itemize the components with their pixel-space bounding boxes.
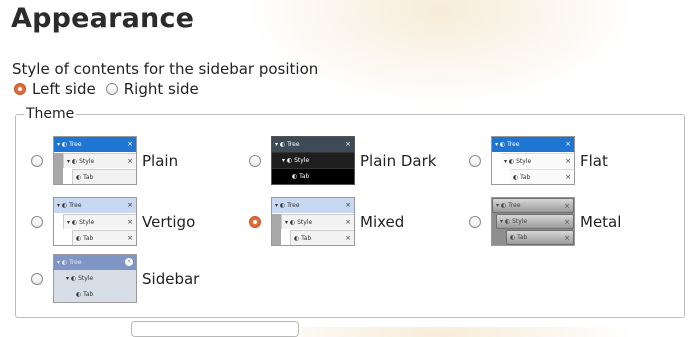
plain-dark-radio[interactable] (249, 154, 261, 167)
plain-label: Plain (142, 151, 179, 170)
sidebar-label: Sidebar (142, 269, 200, 288)
flat-radio[interactable] (469, 154, 481, 167)
sidebar-position-group: Left side Right side (14, 80, 209, 98)
theme-option-vertigo[interactable]: ▾ ◐ Tree × ▾ ◐ Style × ◐ Tab × Vertigo (31, 197, 195, 246)
close-icon: × (127, 140, 133, 148)
right-side-option[interactable]: Right side (105, 80, 199, 98)
close-icon: × (565, 140, 571, 148)
close-icon: × (345, 140, 351, 148)
theme-option-sidebar[interactable]: ▾ ◐ Tree × ▾ ◐ Style ◐ Tab Sidebar (31, 254, 199, 303)
page-title: Appearance (11, 3, 195, 34)
close-icon: × (564, 234, 570, 242)
right-side-radio[interactable] (105, 83, 118, 95)
plain-dark-label: Plain Dark (360, 151, 437, 170)
sidebar-radio[interactable] (31, 272, 43, 285)
close-icon: × (127, 218, 133, 226)
close-icon: × (127, 157, 133, 165)
close-icon: × (564, 218, 570, 226)
vertigo-radio[interactable] (31, 215, 43, 228)
plain-preview: ▾ ◐ Tree × ▾ ◐ Style × ◐ Tab (53, 136, 137, 185)
close-icon: × (345, 201, 351, 209)
metal-preview: ▾ ◐ Tree × ▾ ◐ Style × ◐ Tab × (491, 197, 575, 246)
theme-option-plain-dark[interactable]: ▾ ◐ Tree × ▾ ◐ Style ◐ Tab Plain Dark (249, 136, 436, 185)
close-icon: × (565, 157, 571, 165)
theme-option-mixed[interactable]: ▾ ◐ Tree × ▾ ◐ Style × ◐ Tab × Mixed (249, 197, 404, 246)
left-side-radio[interactable] (14, 83, 26, 95)
vertigo-preview: ▾ ◐ Tree × ▾ ◐ Style × ◐ Tab × (53, 197, 137, 246)
mixed-radio[interactable] (249, 215, 261, 228)
theme-legend: Theme (26, 106, 75, 122)
metal-radio[interactable] (469, 215, 481, 228)
theme-option-plain[interactable]: ▾ ◐ Tree × ▾ ◐ Style × ◐ Tab Plain (31, 136, 178, 185)
plain-dark-preview: ▾ ◐ Tree × ▾ ◐ Style ◐ Tab (271, 136, 355, 185)
partial-input-field[interactable] (131, 321, 299, 337)
vertigo-label: Vertigo (142, 212, 196, 231)
close-icon: × (127, 234, 133, 242)
plain-radio[interactable] (31, 154, 43, 167)
right-side-label: Right side (123, 80, 199, 98)
close-icon: × (345, 218, 351, 226)
mixed-preview: ▾ ◐ Tree × ▾ ◐ Style × ◐ Tab × (271, 197, 355, 246)
left-side-option[interactable]: Left side (14, 80, 96, 98)
flat-label: Flat (580, 151, 608, 170)
close-icon: × (564, 202, 570, 210)
metal-label: Metal (580, 212, 622, 231)
mixed-label: Mixed (360, 212, 405, 231)
theme-option-metal[interactable]: ▾ ◐ Tree × ▾ ◐ Style × ◐ Tab × Metal (469, 197, 621, 246)
theme-group: Theme ▾ ◐ Tree × ▾ ◐ Style × ◐ Tab Plain ▾… (15, 106, 685, 318)
sidebar-preview: ▾ ◐ Tree × ▾ ◐ Style ◐ Tab (53, 254, 137, 303)
flat-preview: ▾ ◐ Tree × ▾ ◐ Style × ◐ Tab × (491, 136, 575, 185)
theme-option-flat[interactable]: ▾ ◐ Tree × ▾ ◐ Style × ◐ Tab × Flat (469, 136, 608, 185)
close-icon: × (127, 201, 133, 209)
close-icon: × (345, 234, 351, 242)
close-icon: × (125, 258, 133, 266)
left-side-label: Left side (32, 80, 96, 98)
close-icon: × (565, 173, 571, 181)
sidebar-position-description: Style of contents for the sidebar positi… (12, 60, 319, 78)
